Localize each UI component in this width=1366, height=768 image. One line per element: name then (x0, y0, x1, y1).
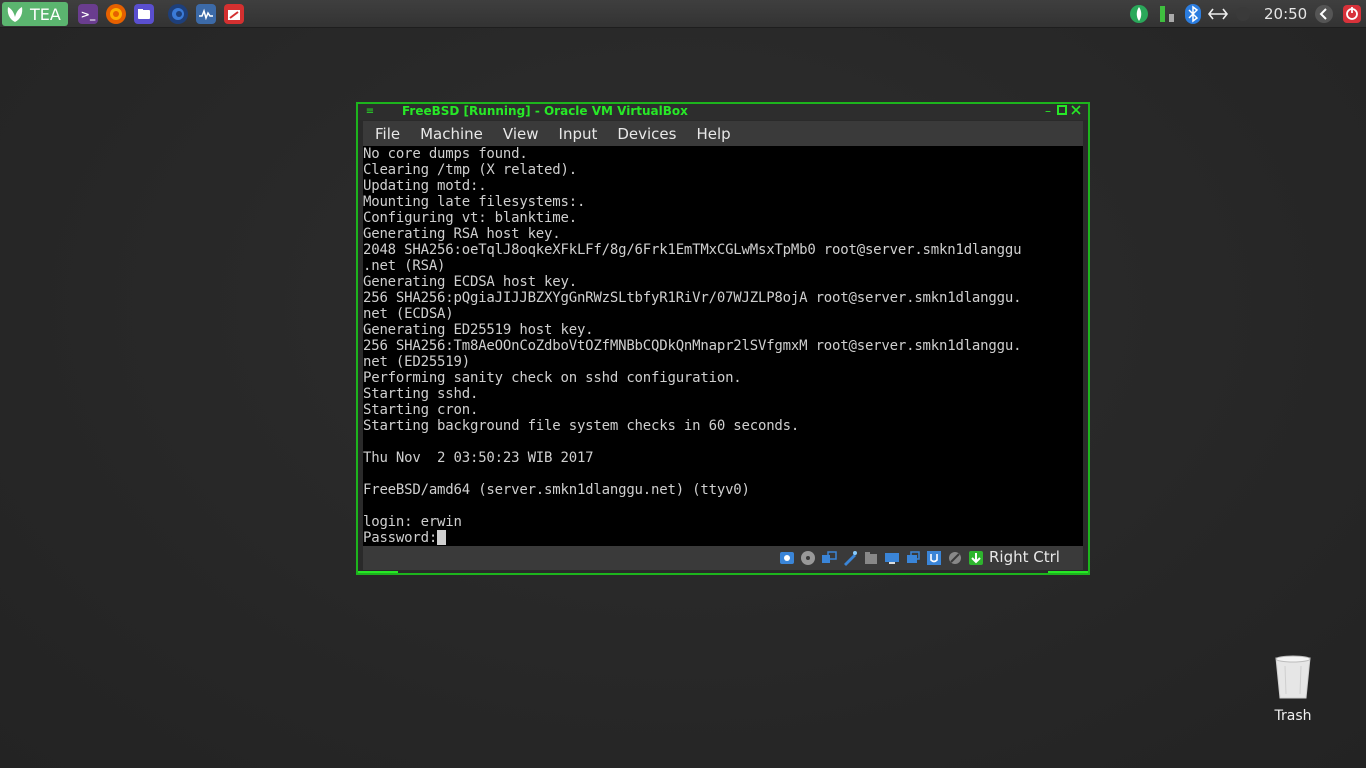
menu-devices[interactable]: Devices (605, 125, 684, 143)
host-key-label: Right Ctrl (989, 548, 1060, 566)
display-icon[interactable] (905, 550, 921, 566)
console-line: 2048 SHA256:oeTqlJ8oqkeXFkLFf/8g/6Frk1Em… (363, 242, 1022, 258)
network-icon[interactable] (842, 550, 858, 566)
application-menu-button[interactable]: TEA (2, 2, 68, 26)
firefox-icon[interactable] (106, 4, 126, 24)
close-icon[interactable] (1070, 105, 1082, 117)
virtualbox-window: ≡ FreeBSD [Running] - Oracle VM VirtualB… (356, 102, 1090, 575)
network-arrows-icon[interactable] (1206, 4, 1230, 24)
console-line: .net (RSA) (363, 258, 446, 274)
console-line: Updating motd:. (363, 178, 487, 194)
console-line: net (ED25519) (363, 354, 470, 370)
vbox-statusbar: Right Ctrl (363, 546, 1083, 570)
menu-input[interactable]: Input (547, 125, 606, 143)
usb-icon[interactable] (863, 550, 879, 566)
top-panel: TEA >_ 20:50 (0, 0, 1366, 28)
keyboard-icon[interactable] (968, 550, 984, 566)
minimize-icon[interactable]: – (1042, 105, 1054, 117)
optical-drive-icon[interactable] (800, 550, 816, 566)
console-line: net (ECDSA) (363, 306, 454, 322)
console-line: 256 SHA256:Tm8AeOOnCoZdboVtOZfMNBbCQDkQn… (363, 338, 1022, 354)
bluetooth-icon[interactable] (1184, 4, 1202, 24)
trash-label: Trash (1274, 708, 1312, 724)
volume-icon[interactable] (1234, 4, 1252, 24)
file-manager-icon[interactable] (134, 4, 154, 24)
console-line: Mounting late filesystems:. (363, 194, 586, 210)
shared-folder-icon[interactable] (884, 550, 900, 566)
console-line: Clearing /tmp (X related). (363, 162, 577, 178)
console-line: Starting sshd. (363, 386, 479, 402)
clock[interactable]: 20:50 (1264, 5, 1307, 23)
console-line: FreeBSD/amd64 (server.smkn1dlanggu.net) … (363, 482, 750, 498)
password-prompt-line: Password: (363, 530, 1083, 546)
window-title: FreeBSD [Running] - Oracle VM VirtualBox (402, 104, 688, 118)
system-monitor-icon[interactable] (196, 4, 216, 24)
power-icon[interactable] (1342, 4, 1362, 24)
virtualbox-icon[interactable] (224, 4, 244, 24)
console-line: Generating ED25519 host key. (363, 322, 594, 338)
trash-icon (1273, 655, 1313, 704)
window-corner-bottom-right (1048, 571, 1088, 573)
console-line: Generating ECDSA host key. (363, 274, 577, 290)
console-line: Starting cron. (363, 402, 479, 418)
console-output: No core dumps found. Clearing /tmp (X rel… (363, 146, 1083, 530)
console-line: Performing sanity check on sshd configur… (363, 370, 742, 386)
browser-icon[interactable] (168, 4, 188, 24)
menu-view[interactable]: View (491, 125, 547, 143)
password-prompt: Password: (363, 530, 438, 546)
usb-battery-icon[interactable] (1156, 4, 1178, 24)
hard-disk-icon[interactable] (779, 550, 795, 566)
vm-console-screen[interactable]: No core dumps found. Clearing /tmp (X rel… (363, 146, 1083, 546)
console-line: No core dumps found. (363, 146, 528, 162)
window-menu-icon[interactable]: ≡ (364, 106, 376, 118)
network-shield-icon[interactable] (1128, 4, 1150, 24)
mouse-integration-icon[interactable] (947, 550, 963, 566)
trash-desktop-item[interactable]: Trash (1262, 654, 1324, 724)
window-corner-bottom-left (358, 571, 398, 573)
console-line: 256 SHA256:pQgiaJIJJBZXYgGnRWzSLtbfyR1Ri… (363, 290, 1022, 306)
menu-machine[interactable]: Machine (408, 125, 491, 143)
console-line: Configuring vt: blanktime. (363, 210, 577, 226)
console-line: Generating RSA host key. (363, 226, 561, 242)
terminal-icon[interactable]: >_ (78, 4, 98, 24)
console-line: login: erwin (363, 514, 462, 530)
maximize-icon[interactable] (1056, 105, 1068, 117)
chevron-left-icon[interactable] (1314, 4, 1334, 24)
recording-icon[interactable] (926, 550, 942, 566)
console-line: Thu Nov 2 03:50:23 WIB 2017 (363, 450, 594, 466)
text-cursor (437, 530, 447, 545)
menu-file[interactable]: File (363, 125, 408, 143)
vbox-menubar: File Machine View Input Devices Help (363, 121, 1083, 146)
audio-icon[interactable] (821, 550, 837, 566)
window-titlebar[interactable]: ≡ FreeBSD [Running] - Oracle VM VirtualB… (358, 104, 1088, 120)
leaf-logo-icon (2, 2, 28, 26)
menu-help[interactable]: Help (684, 125, 738, 143)
console-line: Starting background file system checks i… (363, 418, 800, 434)
application-menu-label: TEA (30, 4, 61, 24)
